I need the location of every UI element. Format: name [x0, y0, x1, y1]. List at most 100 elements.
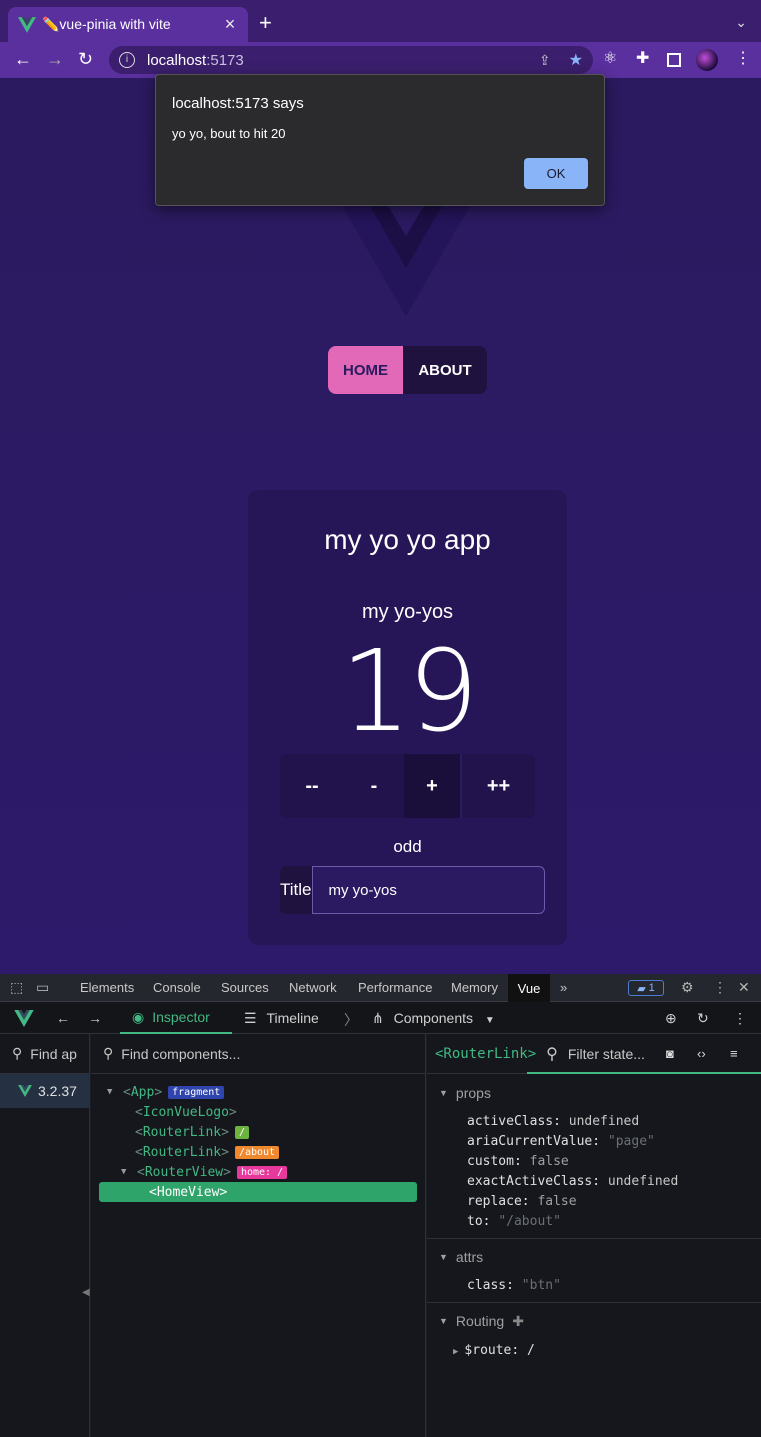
forward-arrow-icon[interactable]: → — [88, 1010, 102, 1026]
prop-value[interactable]: false — [537, 1194, 576, 1209]
inspector-tab[interactable]: ◉ Inspector — [120, 1002, 232, 1034]
collapsed-caret-icon[interactable]: ▶ — [453, 1347, 458, 1357]
find-apps-placeholder: Find ap — [30, 1045, 77, 1062]
tab-sources[interactable]: Sources — [221, 980, 269, 995]
prop-row: custom: false — [467, 1154, 569, 1169]
route-tag: home: / — [236, 1165, 288, 1179]
plugin-puzzle-icon: ✚ — [512, 1312, 524, 1329]
browser-toolbar: ← → ↻ i localhost:5173 ⇪ ★ ⚛ ✚ ⋮ — [0, 42, 761, 78]
chevron-right-icon: 〉 — [344, 1012, 358, 1028]
reload-icon[interactable]: ↻ — [78, 50, 93, 68]
timeline-tab[interactable]: ☰ Timeline — [244, 1010, 319, 1027]
side-panel-icon[interactable] — [667, 53, 681, 67]
components-selector[interactable]: ⋔ Components ▼ — [372, 1010, 495, 1027]
bookmark-star-icon[interactable]: ★ — [569, 50, 583, 70]
routing-section-header[interactable]: ▼ Routing ✚ — [427, 1310, 761, 1332]
vue-logo-icon — [14, 1010, 34, 1027]
vue-logo-icon — [342, 206, 470, 316]
select-component-target-icon[interactable]: ⊕ — [665, 1010, 677, 1027]
prop-value[interactable]: "page" — [608, 1134, 655, 1149]
tab-performance[interactable]: Performance — [358, 980, 432, 995]
filter-focus-underline — [527, 1072, 761, 1074]
inspect-element-icon[interactable]: ⬚ — [10, 979, 23, 996]
share-icon[interactable]: ⇪ — [539, 52, 551, 69]
tree-node-iconvuelogo[interactable]: <IconVueLogo> — [135, 1102, 237, 1122]
increment-1-button[interactable]: + — [404, 754, 460, 818]
new-tab-icon[interactable]: + — [259, 12, 272, 34]
increment-2-button[interactable]: ++ — [460, 754, 535, 818]
address-bar[interactable]: i localhost:5173 ⇪ ★ — [109, 46, 593, 74]
route-tag: /about — [234, 1145, 280, 1159]
alert-ok-button[interactable]: OK — [524, 158, 588, 189]
attr-value[interactable]: "btn" — [522, 1278, 561, 1293]
tab-console[interactable]: Console — [153, 980, 201, 995]
app-entry[interactable]: 3.2.37 — [0, 1074, 90, 1108]
inspect-dom-icon[interactable]: ‹› — [697, 1046, 706, 1061]
browser-tab[interactable]: ✏️vue-pinia with vite × — [8, 7, 248, 42]
open-in-editor-icon[interactable]: ≡ — [730, 1046, 738, 1061]
filter-state-input[interactable]: Filter state... — [568, 1046, 645, 1062]
issues-badge[interactable]: ▰ 1 — [628, 980, 664, 996]
attrs-label: attrs — [455, 1249, 484, 1265]
tab-memory[interactable]: Memory — [451, 980, 498, 995]
collapse-panel-icon[interactable]: ◀ — [82, 1287, 90, 1298]
prop-value[interactable]: false — [530, 1154, 569, 1169]
tree-node-routerlink-about[interactable]: <RouterLink> /about — [135, 1142, 280, 1162]
browser-menu-icon[interactable]: ⋮ — [735, 51, 751, 67]
find-apps-input[interactable]: ⚲ Find ap — [0, 1034, 90, 1074]
devtools-menu-icon[interactable]: ⋮ — [713, 979, 727, 996]
component-name: RouterView — [144, 1164, 224, 1180]
prop-value[interactable]: undefined — [569, 1114, 639, 1129]
tree-node-homeview-selected[interactable]: <HomeView> — [99, 1182, 417, 1202]
tab-vue[interactable]: Vue — [508, 974, 550, 1002]
profile-avatar[interactable] — [696, 49, 718, 71]
route-row[interactable]: ▶ $route: / — [453, 1343, 535, 1358]
props-section-header[interactable]: ▼ props — [427, 1082, 761, 1104]
main-nav: HOME ABOUT — [328, 346, 487, 394]
attrs-section-header[interactable]: ▼ attrs — [427, 1246, 761, 1268]
site-info-icon[interactable]: i — [119, 52, 135, 68]
find-components-input[interactable]: ⚲ Find components... — [91, 1034, 426, 1074]
issues-count: 1 — [648, 982, 655, 994]
tab-network[interactable]: Network — [289, 980, 337, 995]
expanded-caret-icon[interactable]: ▼ — [121, 1167, 131, 1177]
refresh-icon[interactable]: ↻ — [697, 1010, 709, 1027]
close-devtools-icon[interactable]: ✕ — [738, 979, 750, 996]
expanded-caret-icon: ▼ — [439, 1252, 448, 1262]
back-arrow-icon[interactable]: ← — [14, 50, 32, 68]
tree-node-routerview[interactable]: ▼ <RouterView> home: / — [121, 1162, 288, 1182]
expanded-caret-icon[interactable]: ▼ — [107, 1087, 117, 1097]
extensions-puzzle-icon[interactable]: ✚ — [636, 51, 649, 67]
title-field-row: Title — [280, 866, 545, 914]
close-tab-icon[interactable]: × — [222, 14, 238, 35]
tree-icon: ⋔ — [372, 1010, 384, 1026]
props-label: props — [455, 1085, 491, 1101]
vue-menu-icon[interactable]: ⋮ — [733, 1010, 747, 1027]
nav-home-link[interactable]: HOME — [328, 346, 403, 394]
back-arrow-icon[interactable]: ← — [56, 1010, 70, 1026]
device-toggle-icon[interactable]: ▭ — [36, 979, 49, 996]
decrement-1-button[interactable]: - — [344, 754, 404, 818]
scroll-to-component-icon[interactable]: ◙ — [666, 1046, 674, 1061]
react-devtools-extension-icon[interactable]: ⚛ — [603, 51, 617, 67]
tree-node-routerlink-home[interactable]: <RouterLink> / — [135, 1122, 249, 1142]
route-key: $route: — [464, 1343, 520, 1358]
settings-gear-icon[interactable]: ⚙ — [681, 979, 694, 996]
attr-key: class: — [467, 1278, 514, 1293]
tab-elements[interactable]: Elements — [80, 980, 134, 995]
compass-icon: ◉ — [132, 1008, 145, 1025]
nav-about-link[interactable]: ABOUT — [403, 346, 487, 394]
tab-list-chevron-icon[interactable]: ⌄ — [735, 14, 747, 31]
tree-node-app[interactable]: ▼ <App> fragment — [107, 1082, 225, 1102]
prop-value[interactable]: "/about" — [498, 1214, 561, 1229]
decrement-2-button[interactable]: -- — [280, 754, 344, 818]
forward-arrow-icon[interactable]: → — [46, 50, 64, 68]
prop-key: exactActiveClass: — [467, 1174, 601, 1189]
divider — [427, 1302, 761, 1303]
prop-value[interactable]: undefined — [608, 1174, 678, 1189]
prop-row: exactActiveClass: undefined — [467, 1174, 678, 1189]
prop-row: activeClass: undefined — [467, 1114, 639, 1129]
title-input[interactable] — [311, 866, 545, 914]
devtools-tab-bar: ⬚ ▭ Elements Console Sources Network Per… — [0, 974, 761, 1002]
more-tabs-icon[interactable]: » — [560, 980, 567, 995]
